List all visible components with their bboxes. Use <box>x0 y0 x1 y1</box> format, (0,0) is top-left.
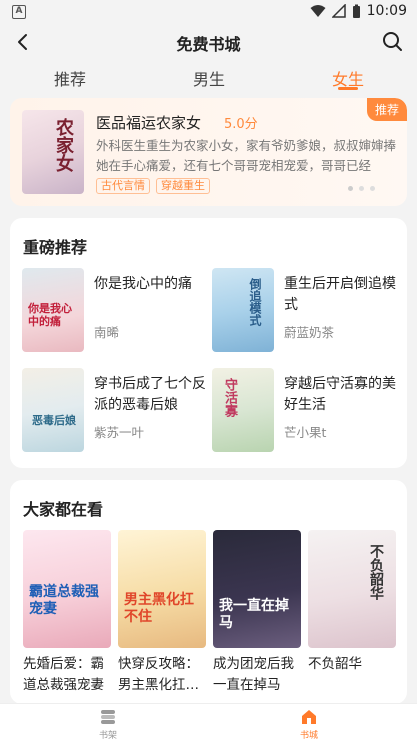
top-bar: 免费书城 <box>0 24 417 60</box>
book-title[interactable]: 穿越后守活寡的美好生活 <box>284 374 402 416</box>
book-author: 南晞 <box>94 325 120 340</box>
book-cover[interactable]: 守活寡 <box>212 368 274 452</box>
section-title: 重磅推荐 <box>23 238 88 257</box>
book-cover[interactable]: 农家女 <box>22 110 84 194</box>
list-item[interactable]: 倒追模式 重生后开启倒追模式 蔚蓝奶茶 <box>212 268 402 352</box>
book-title[interactable]: 医品福运农家女 <box>96 112 201 133</box>
category-tabs: 推荐 男生 女生 <box>0 60 417 98</box>
book-title[interactable]: 你是我心中的痛 <box>94 274 212 295</box>
list-item[interactable]: 我一直在掉马 成为团宠后我一直在掉马 <box>213 530 301 696</box>
bottom-nav: 书架 书城 <box>0 703 417 743</box>
tab-male[interactable]: 男生 <box>193 66 225 90</box>
wifi-icon <box>310 5 326 17</box>
clock: 10:09 <box>366 3 407 19</box>
list-item[interactable]: 男主黑化扛不住 快穿反攻略：男主黑化扛… <box>118 530 206 696</box>
book-title[interactable]: 快穿反攻略：男主黑化扛… <box>118 654 206 696</box>
featured-banner[interactable]: 推荐 农家女 医品福运农家女 5.0分 外科医生重生为农家小女，家有爷奶爹娘，叔… <box>10 98 407 206</box>
battery-icon <box>352 4 360 18</box>
book-title[interactable]: 不负韶华 <box>308 654 396 696</box>
search-icon[interactable] <box>381 30 403 52</box>
book-tags: 古代言情 穿越重生 <box>96 178 210 194</box>
list-item[interactable]: 你是我心中的痛 你是我心中的痛 南晞 <box>22 268 212 352</box>
book-cover[interactable]: 霸道总裁强宠妻 <box>23 530 111 648</box>
book-cover[interactable]: 男主黑化扛不住 <box>118 530 206 648</box>
recommend-badge: 推荐 <box>366 98 407 121</box>
popular-section: 大家都在看 霸道总裁强宠妻 先婚后爱：霸道总裁强宠妻 男主黑化扛不住 快穿反攻略… <box>10 480 407 704</box>
book-title[interactable]: 重生后开启倒追模式 <box>284 274 402 316</box>
signal-icon <box>331 4 346 18</box>
list-item[interactable]: 守活寡 穿越后守活寡的美好生活 芒小果t <box>212 368 402 452</box>
book-author: 蔚蓝奶茶 <box>284 325 335 340</box>
book-title[interactable]: 先婚后爱：霸道总裁强宠妻 <box>23 654 111 696</box>
book-author: 紫苏一叶 <box>94 425 145 440</box>
recommend-section: 重磅推荐 你是我心中的痛 你是我心中的痛 南晞 倒追模式 重生后开启倒追模式 蔚… <box>10 218 407 468</box>
book-description: 外科医生重生为农家小女，家有爷奶爹娘，叔叔婶婶捧她在手心痛爱，还有七个哥哥宠相宠… <box>96 138 397 173</box>
app-indicator-icon: A <box>12 5 26 19</box>
list-item[interactable]: 不负韶华 不负韶华 <box>308 530 396 696</box>
book-cover[interactable]: 不负韶华 <box>308 530 396 648</box>
book-cover[interactable]: 倒追模式 <box>212 268 274 352</box>
carousel-dot <box>370 186 375 191</box>
book-cover[interactable]: 恶毒后娘 <box>22 368 84 452</box>
list-item[interactable]: 恶毒后娘 穿书后成了七个反派的恶毒后娘 紫苏一叶 <box>22 368 212 452</box>
list-item[interactable]: 霸道总裁强宠妻 先婚后爱：霸道总裁强宠妻 <box>23 530 111 696</box>
tab-recommend[interactable]: 推荐 <box>54 66 86 90</box>
carousel-dots <box>348 186 375 191</box>
book-score: 5.0分 <box>224 117 258 132</box>
carousel-dot <box>348 186 353 191</box>
tag[interactable]: 古代言情 <box>96 178 150 194</box>
nav-bookshelf[interactable]: 书架 <box>78 708 138 741</box>
book-cover[interactable]: 我一直在掉马 <box>213 530 301 648</box>
status-bar: A 10:09 <box>0 0 417 24</box>
carousel-dot <box>359 186 364 191</box>
nav-label: 书城 <box>299 731 318 741</box>
book-title[interactable]: 穿书后成了七个反派的恶毒后娘 <box>94 374 212 416</box>
bookshelf-icon <box>101 710 115 724</box>
active-tab-indicator <box>338 87 358 90</box>
book-title[interactable]: 成为团宠后我一直在掉马 <box>213 654 301 696</box>
section-title: 大家都在看 <box>23 500 104 519</box>
book-author: 芒小果t <box>284 425 327 440</box>
tag[interactable]: 穿越重生 <box>156 178 210 194</box>
home-icon <box>302 710 316 724</box>
nav-label: 书架 <box>98 731 117 741</box>
book-cover[interactable]: 你是我心中的痛 <box>22 268 84 352</box>
page-title: 免费书城 <box>176 35 241 54</box>
nav-bookstore[interactable]: 书城 <box>279 708 339 741</box>
